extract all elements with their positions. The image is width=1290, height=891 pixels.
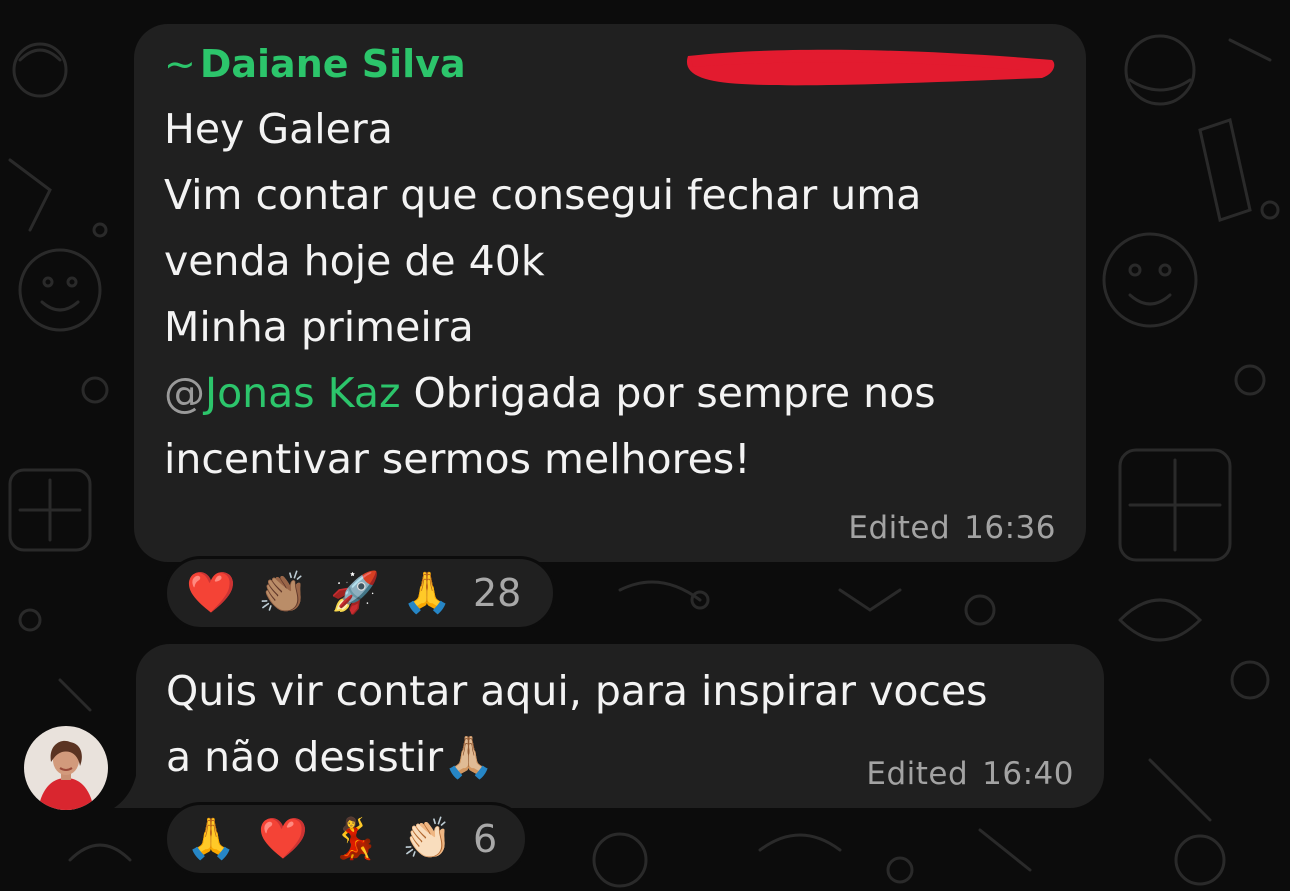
reaction-clap-icon[interactable]: 👏🏽 [257,573,309,613]
message-text: Quis vir contar aqui, para inspirar voce… [166,658,988,790]
reactions-bar[interactable]: ❤️ 👏🏽 🚀 🙏 28 [164,556,556,630]
message-bubble[interactable]: ~ Daiane Silva Hey Galera Vim contar que … [134,24,1086,562]
message-line: Hey Galera [164,105,393,153]
reaction-heart-icon[interactable]: ❤️ [257,819,309,859]
message-line: a não desistir🙏🏼 [166,733,495,781]
sender-name[interactable]: ~ Daiane Silva [164,42,466,86]
message-meta: Edited 16:36 [848,510,1056,546]
message-line: Vim contar que consegui fechar uma [164,171,922,219]
edited-label: Edited [866,756,969,792]
message-line: Minha primeira [164,303,474,351]
message-bubble[interactable]: Quis vir contar aqui, para inspirar voce… [136,644,1104,808]
message-time: 16:36 [964,510,1056,546]
reaction-dancer-icon[interactable]: 💃 [329,819,381,859]
sender-prefix: ~ [164,42,196,86]
redaction-scribble [686,49,1055,86]
message-line: incentivar sermos melhores! [164,435,751,483]
reaction-pray-icon[interactable]: 🙏 [401,573,453,613]
message-text: Hey Galera Vim contar que consegui fecha… [164,96,936,492]
reactions-bar[interactable]: 🙏 ❤️ 💃 👏🏻 6 [164,802,528,876]
reaction-count: 28 [473,571,522,615]
mention-link[interactable]: Jonas Kaz [205,369,401,417]
message-line: Quis vir contar aqui, para inspirar voce… [166,667,988,715]
message-meta: Edited 16:40 [866,756,1074,792]
message-line: venda hoje de 40k [164,237,545,285]
message-line-mention: @Jonas Kaz Obrigada por sempre nos [164,360,936,426]
edited-label: Edited [848,510,951,546]
avatar-icon [24,726,108,810]
mention-rest-text: Obrigada por sempre nos [400,369,936,417]
sender-avatar[interactable] [24,726,108,810]
reaction-count: 6 [473,817,498,861]
reaction-rocket-icon[interactable]: 🚀 [329,573,381,613]
reaction-heart-icon[interactable]: ❤️ [185,573,237,613]
message-time: 16:40 [982,756,1074,792]
reaction-pray-icon[interactable]: 🙏 [185,819,237,859]
mention-at-symbol: @ [164,369,205,417]
reaction-clap-icon[interactable]: 👏🏻 [401,819,453,859]
sender-name-text: Daiane Silva [199,42,466,86]
